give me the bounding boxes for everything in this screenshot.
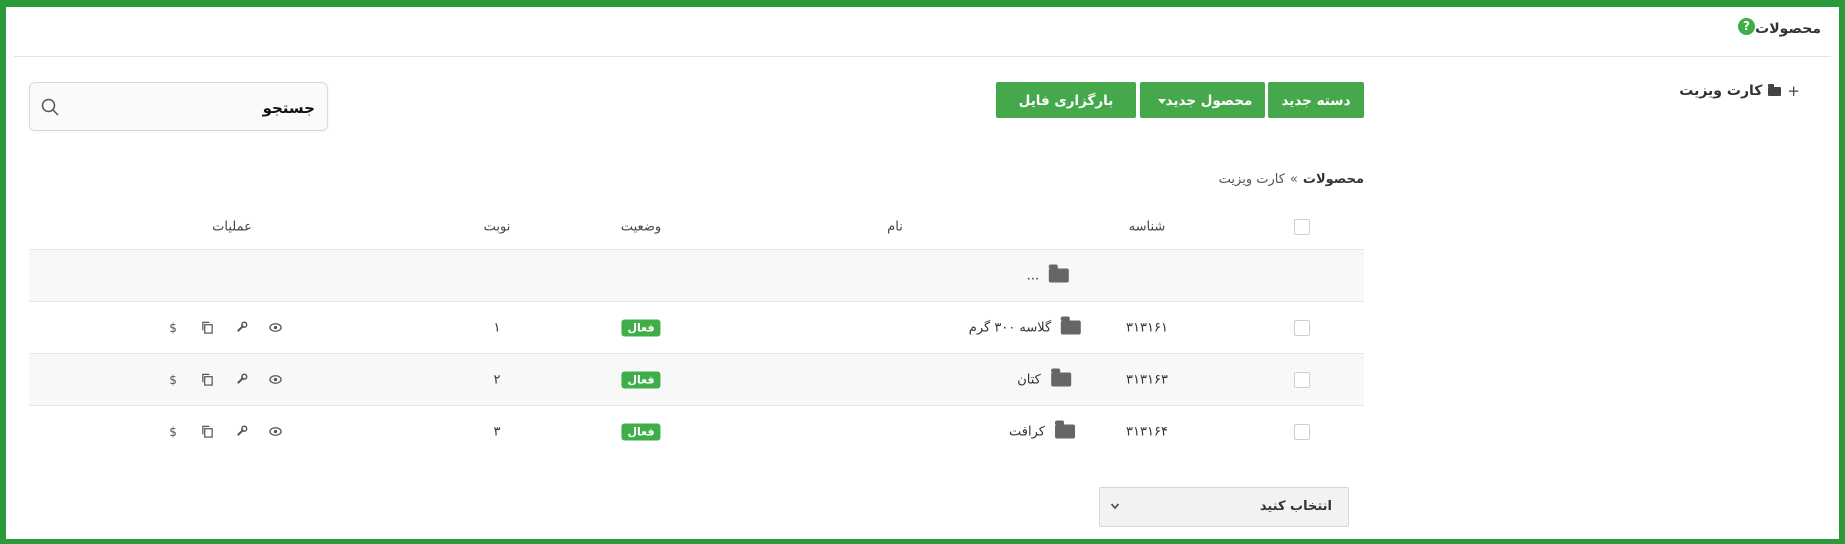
table-row: ۳۱۳۱۶۳ کتان فعال ۲ $ (29, 354, 1364, 406)
caret-down-icon (1157, 98, 1166, 104)
column-header-id: شناسه (1128, 219, 1166, 234)
bulk-action-select[interactable]: انتخاب کنید (1099, 487, 1349, 527)
search-box (29, 82, 328, 131)
page-title: محصولات (1755, 21, 1821, 37)
status-badge[interactable]: فعال (621, 423, 661, 440)
folder-icon (1050, 368, 1071, 387)
wrench-icon[interactable] (234, 321, 248, 335)
search-icon[interactable] (40, 97, 60, 117)
copy-icon[interactable] (200, 373, 214, 387)
dollar-icon[interactable]: $ (166, 373, 180, 387)
folder-icon (1768, 83, 1782, 96)
folder-icon (1049, 264, 1070, 283)
dollar-icon[interactable]: $ (166, 321, 180, 335)
column-header-order: نوبت (483, 219, 511, 234)
help-icon[interactable]: ? (1738, 18, 1755, 35)
row-actions: $ (166, 321, 282, 335)
table-row: ۳۱۳۱۶۱ گلاسه ۳۰۰ گرم فعال ۱ $ (29, 302, 1364, 354)
dollar-icon[interactable]: $ (166, 425, 180, 439)
row-actions: $ (166, 425, 282, 439)
select-value: انتخاب کنید (1259, 499, 1332, 514)
row-id: ۳۱۳۱۶۱ (1126, 320, 1168, 335)
eye-icon[interactable] (268, 425, 282, 439)
products-table: شناسه نام وضعیت نوبت عملیات ... ۳۱۳۱۶۱ گ… (29, 204, 1364, 457)
row-name-cell[interactable]: گلاسه ۳۰۰ گرم (969, 316, 1082, 335)
search-input[interactable] (66, 93, 317, 123)
expand-plus-icon[interactable]: + (1787, 82, 1800, 100)
row-id: ۳۱۳۱۶۴ (1126, 424, 1168, 439)
excel-upload-button[interactable]: بارگزاری فایل Excel (996, 82, 1136, 145)
row-order: ۲ (493, 372, 501, 387)
breadcrumb-root[interactable]: محصولات (1303, 172, 1364, 187)
row-name-cell[interactable]: کرافت (1009, 420, 1075, 439)
page-header: محصولات ? (14, 8, 1831, 57)
tree-item-label[interactable]: کارت ویزیت (1679, 83, 1762, 99)
row-name[interactable]: گلاسه ۳۰۰ گرم (969, 320, 1051, 335)
eye-icon[interactable] (268, 373, 282, 387)
select-all-checkbox[interactable] (1294, 218, 1310, 235)
column-header-actions: عملیات (212, 219, 252, 234)
row-order: ۳ (493, 424, 501, 439)
eye-icon[interactable] (268, 321, 282, 335)
table-header: شناسه نام وضعیت نوبت عملیات (29, 204, 1364, 250)
row-name-cell[interactable]: کتان (1017, 368, 1071, 387)
new-product-label: محصول جدید (1165, 93, 1253, 109)
parent-folder-label: ... (1026, 268, 1040, 283)
row-order: ۱ (493, 320, 501, 335)
row-name[interactable]: کرافت (1009, 424, 1045, 439)
row-id: ۳۱۳۱۶۳ (1126, 372, 1168, 387)
breadcrumb: محصولات » کارت ویزیت (1219, 172, 1364, 187)
table-row: ۳۱۳۱۶۴ کرافت فعال ۳ $ (29, 406, 1364, 457)
column-header-status: وضعیت (620, 219, 662, 234)
row-checkbox[interactable] (1294, 423, 1310, 440)
row-checkbox[interactable] (1294, 371, 1310, 388)
breadcrumb-separator: » (1289, 172, 1298, 187)
folder-icon (1054, 420, 1075, 439)
parent-folder-cell[interactable]: ... (1026, 264, 1070, 283)
row-checkbox[interactable] (1294, 319, 1310, 336)
status-badge[interactable]: فعال (621, 371, 661, 388)
copy-icon[interactable] (200, 321, 214, 335)
copy-icon[interactable] (200, 425, 214, 439)
parent-folder-row[interactable]: ... (29, 250, 1364, 302)
new-category-button[interactable]: دسته جدید (1268, 82, 1364, 118)
row-name[interactable]: کتان (1017, 372, 1041, 387)
status-badge[interactable]: فعال (621, 319, 661, 336)
wrench-icon[interactable] (234, 425, 248, 439)
row-actions: $ (166, 373, 282, 387)
column-header-name: نام (887, 219, 903, 234)
new-product-button[interactable]: محصول جدید (1140, 82, 1265, 118)
folder-icon (1061, 316, 1082, 335)
breadcrumb-current: کارت ویزیت (1218, 172, 1285, 187)
chevron-down-icon (1110, 503, 1120, 510)
category-tree-item[interactable]: + کارت ویزیت (1679, 80, 1800, 102)
wrench-icon[interactable] (234, 373, 248, 387)
